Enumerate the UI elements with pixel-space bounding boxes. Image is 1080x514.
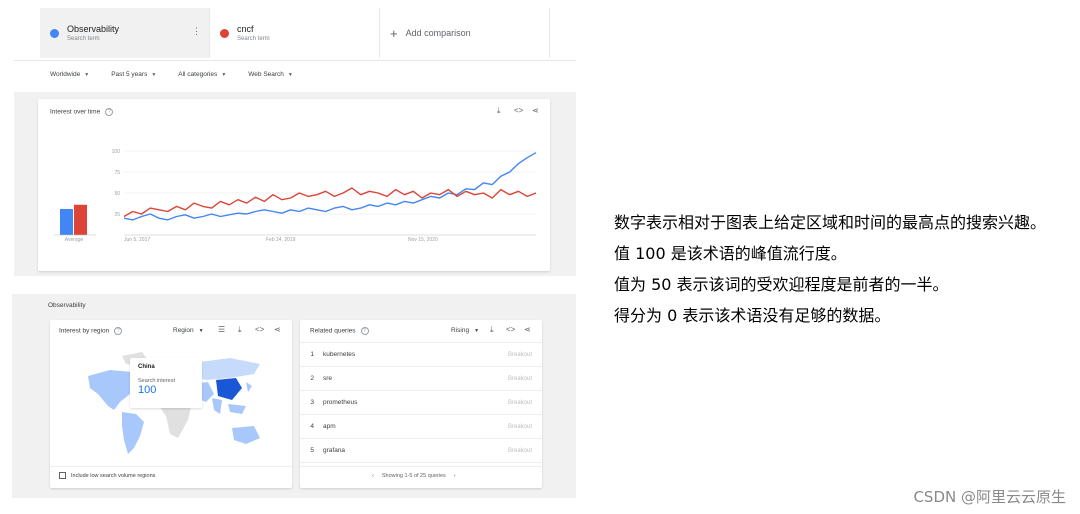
term-sub: Search term [67, 36, 100, 42]
query-row[interactable]: 1 kubernetes Breakout [300, 343, 542, 367]
map-south-america [122, 412, 144, 454]
rising-dropdown[interactable]: Rising ▼ [451, 327, 479, 334]
note-line-2: 值 100 是该术语的峰值流行度。 [614, 244, 847, 263]
query-row[interactable]: 2 sre Breakout [300, 367, 542, 391]
more-vert-icon[interactable]: ⋮ [192, 26, 201, 37]
pager-label: Showing 1-5 of 25 queries [381, 473, 446, 479]
list-icon[interactable]: ☰ [218, 325, 225, 334]
low-volume-checkbox[interactable] [59, 472, 66, 479]
x-tick-label: Feb 24, 2019 [266, 237, 296, 243]
add-comparison-label: Add comparison [405, 28, 471, 38]
blue-dot-icon [50, 28, 59, 38]
average-label: Average [65, 237, 84, 243]
region-dropdown[interactable]: Region ▼ [173, 327, 204, 334]
filter-search-type[interactable]: Web Search ▼ [248, 71, 293, 78]
filters-bar: Worldwide ▼ Past 5 years ▼ All categories ▼… [14, 60, 576, 88]
x-tick-label: Nov 15, 2020 [408, 237, 438, 243]
observability-label: Observability [48, 302, 86, 309]
related-queries-card: Related queries? Rising ▼ ⤓ <> ⋖ 1 kuberne… [300, 320, 542, 488]
tooltip-country: China [138, 364, 155, 370]
red-dot-icon [220, 28, 229, 38]
related-title: Related queries [310, 327, 356, 335]
interest-over-time-card: Interest over time? ⤓ <> ⋖ 100 75 50 25 Jun … [38, 99, 550, 271]
interest-chart: 100 75 50 25 Jun 5, 2017 Feb 24, 2019 Nov 15, … [54, 149, 537, 243]
note-line-4: 得分为 0 表示该术语没有足够的数据。 [614, 306, 891, 325]
term-name: Observability [67, 24, 120, 34]
interest-by-region-card: Interest by region? Region ▼ ☰ ⤓ <> ⋖ Chi… [50, 320, 292, 488]
help-icon[interactable]: ? [360, 327, 369, 335]
filter-time[interactable]: Past 5 years ▼ [111, 71, 156, 78]
map-southeast-asia [228, 404, 246, 414]
average-bar-observability [60, 208, 73, 235]
embed-icon[interactable]: <> [255, 325, 264, 334]
share-icon[interactable]: ⋖ [274, 325, 281, 334]
map-india [212, 398, 222, 414]
region-title: Interest by region [59, 327, 110, 335]
term-cncf[interactable]: cncf Search term [210, 8, 380, 58]
low-volume-label: Include low search volume regions [71, 472, 156, 479]
share-icon[interactable]: ⋖ [524, 325, 531, 334]
query-row[interactable]: 5 grafana Breakout [300, 439, 542, 463]
query-row[interactable]: 3 prometheus Breakout [300, 391, 542, 415]
tooltip-value: 100 [138, 384, 157, 396]
term-name: cncf [237, 24, 254, 34]
map-australia [232, 426, 260, 444]
download-icon[interactable]: ⤓ [238, 325, 242, 335]
embed-icon[interactable]: <> [506, 325, 515, 334]
filter-location[interactable]: Worldwide ▼ [50, 71, 89, 78]
average-bar-cncf [74, 204, 87, 235]
region-tooltip: China Search interest 100 [130, 358, 202, 408]
series-line-cncf [123, 187, 537, 218]
search-terms-bar: Observability Search term ⋮ cncf Search … [40, 8, 550, 58]
x-tick-label: Jun 5, 2017 [124, 237, 150, 243]
next-page-icon[interactable]: › [454, 473, 456, 479]
watermark: CSDN @阿里云云原生 [913, 488, 1066, 506]
map-japan [246, 382, 252, 392]
map-china [216, 378, 242, 400]
query-row[interactable]: 4 apm Breakout [300, 415, 542, 439]
add-comparison-button[interactable]: + Add comparison [380, 8, 550, 58]
help-icon[interactable]: ? [114, 327, 123, 335]
map-north-america [88, 370, 136, 410]
y-tick-label: 25 [114, 212, 120, 218]
filter-category[interactable]: All categories ▼ [178, 71, 226, 78]
y-tick-label: 50 [114, 191, 120, 197]
y-tick-label: 100 [112, 149, 121, 155]
note-line-3: 值为 50 表示该词的受欢迎程度是前者的一半。 [614, 275, 949, 294]
prev-page-icon[interactable]: ‹ [372, 473, 374, 479]
note-line-1: 数字表示相对于图表上给定区域和时间的最高点的搜索兴趣。 [614, 213, 1047, 232]
download-icon[interactable]: ⤓ [490, 325, 494, 335]
y-tick-label: 75 [114, 170, 120, 176]
term-sub: Search term [237, 36, 270, 42]
plus-icon: + [390, 25, 398, 41]
term-observability[interactable]: Observability Search term ⋮ [40, 8, 210, 58]
